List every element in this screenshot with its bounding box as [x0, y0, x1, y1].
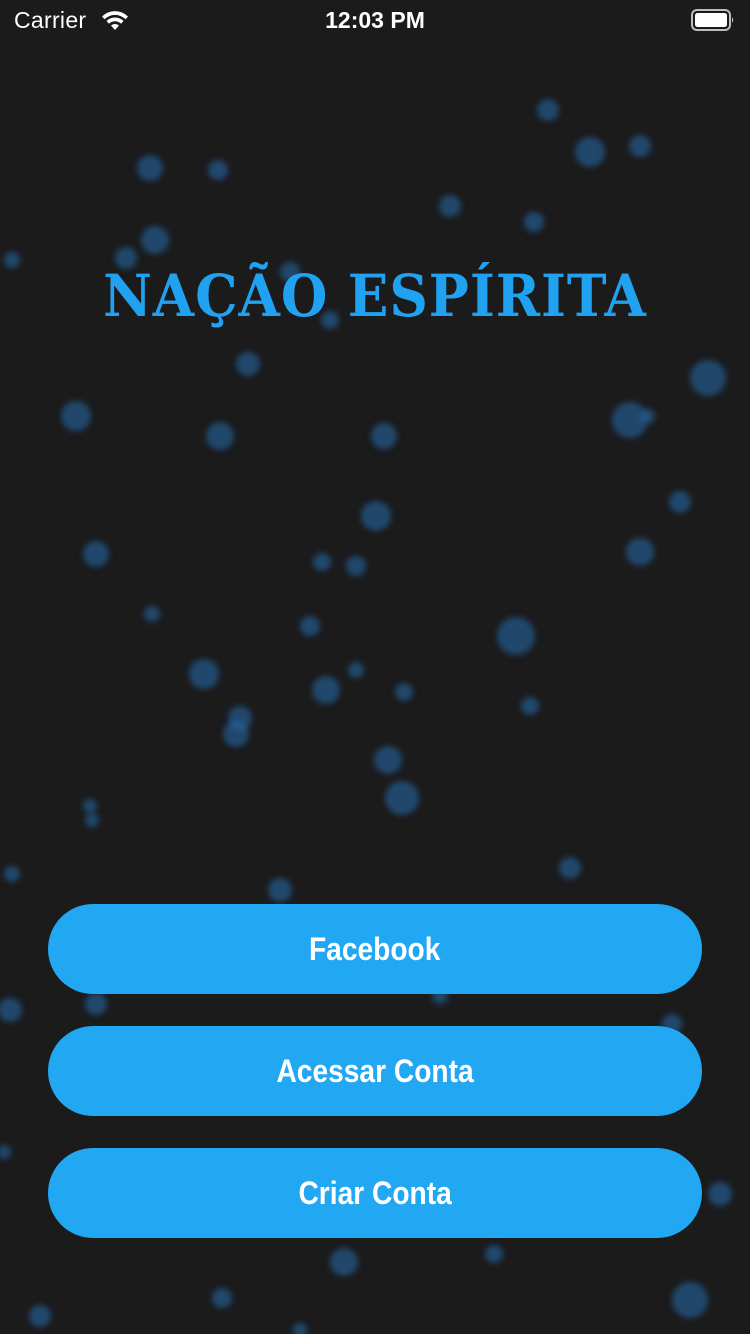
particle-dot [708, 1182, 732, 1206]
access-account-button-label: Acessar Conta [276, 1052, 474, 1089]
particle-dot [61, 401, 91, 431]
particle-dot [268, 878, 292, 902]
particle-dot [223, 721, 249, 747]
particle-dot [672, 1282, 708, 1318]
particle-dot [559, 857, 581, 879]
particle-dot [385, 781, 419, 815]
status-bar: Carrier 12:03 PM [0, 0, 750, 40]
particle-dot [212, 1288, 232, 1308]
particle-dot [346, 556, 366, 576]
particle-dot [208, 160, 228, 180]
create-account-button-label: Criar Conta [298, 1174, 452, 1211]
particle-dot [669, 491, 691, 513]
particle-dot [4, 252, 20, 268]
particle-dot [300, 616, 320, 636]
particle-dot [361, 501, 391, 531]
particle-dot [313, 553, 331, 571]
particle-dot [395, 683, 413, 701]
particle-dot [521, 697, 539, 715]
particle-dot [141, 226, 169, 254]
particle-dot [293, 1323, 307, 1334]
status-time: 12:03 PM [325, 7, 425, 33]
particle-background [0, 0, 750, 1334]
particle-dot [629, 135, 651, 157]
particle-dot [85, 993, 107, 1015]
particle-dot [0, 998, 22, 1022]
particle-dot [537, 99, 559, 121]
battery-full-icon [691, 9, 734, 31]
particle-dot [312, 676, 340, 704]
particle-dot [206, 422, 234, 450]
particle-dot [137, 155, 163, 181]
particle-dot [641, 409, 655, 423]
particle-dot [524, 212, 544, 232]
particle-dot [83, 799, 97, 813]
particle-dot [144, 606, 160, 622]
facebook-login-button[interactable]: Facebook [48, 904, 702, 994]
particle-dot [348, 662, 364, 678]
particle-dot [371, 423, 397, 449]
particle-dot [83, 541, 109, 567]
particle-dot [189, 659, 219, 689]
particle-dot [485, 1245, 503, 1263]
particle-dot [690, 360, 726, 396]
facebook-button-label: Facebook [309, 930, 441, 967]
particle-dot [497, 617, 535, 655]
particle-dot [4, 866, 20, 882]
particle-dot [0, 1145, 11, 1159]
particle-dot [374, 746, 402, 774]
app-title: NAÇÃO ESPÍRITA [103, 262, 647, 330]
particle-dot [439, 195, 461, 217]
access-account-button[interactable]: Acessar Conta [48, 1026, 702, 1116]
particle-dot [85, 813, 99, 827]
particle-dot [29, 1305, 51, 1327]
particle-dot [236, 352, 260, 376]
create-account-button[interactable]: Criar Conta [48, 1148, 702, 1238]
login-screen: Carrier 12:03 PM NAÇÃO ESPÍRITA Facebook… [0, 0, 750, 1334]
particle-dot [626, 538, 654, 566]
particle-dot [330, 1248, 358, 1276]
particle-dot [575, 137, 605, 167]
